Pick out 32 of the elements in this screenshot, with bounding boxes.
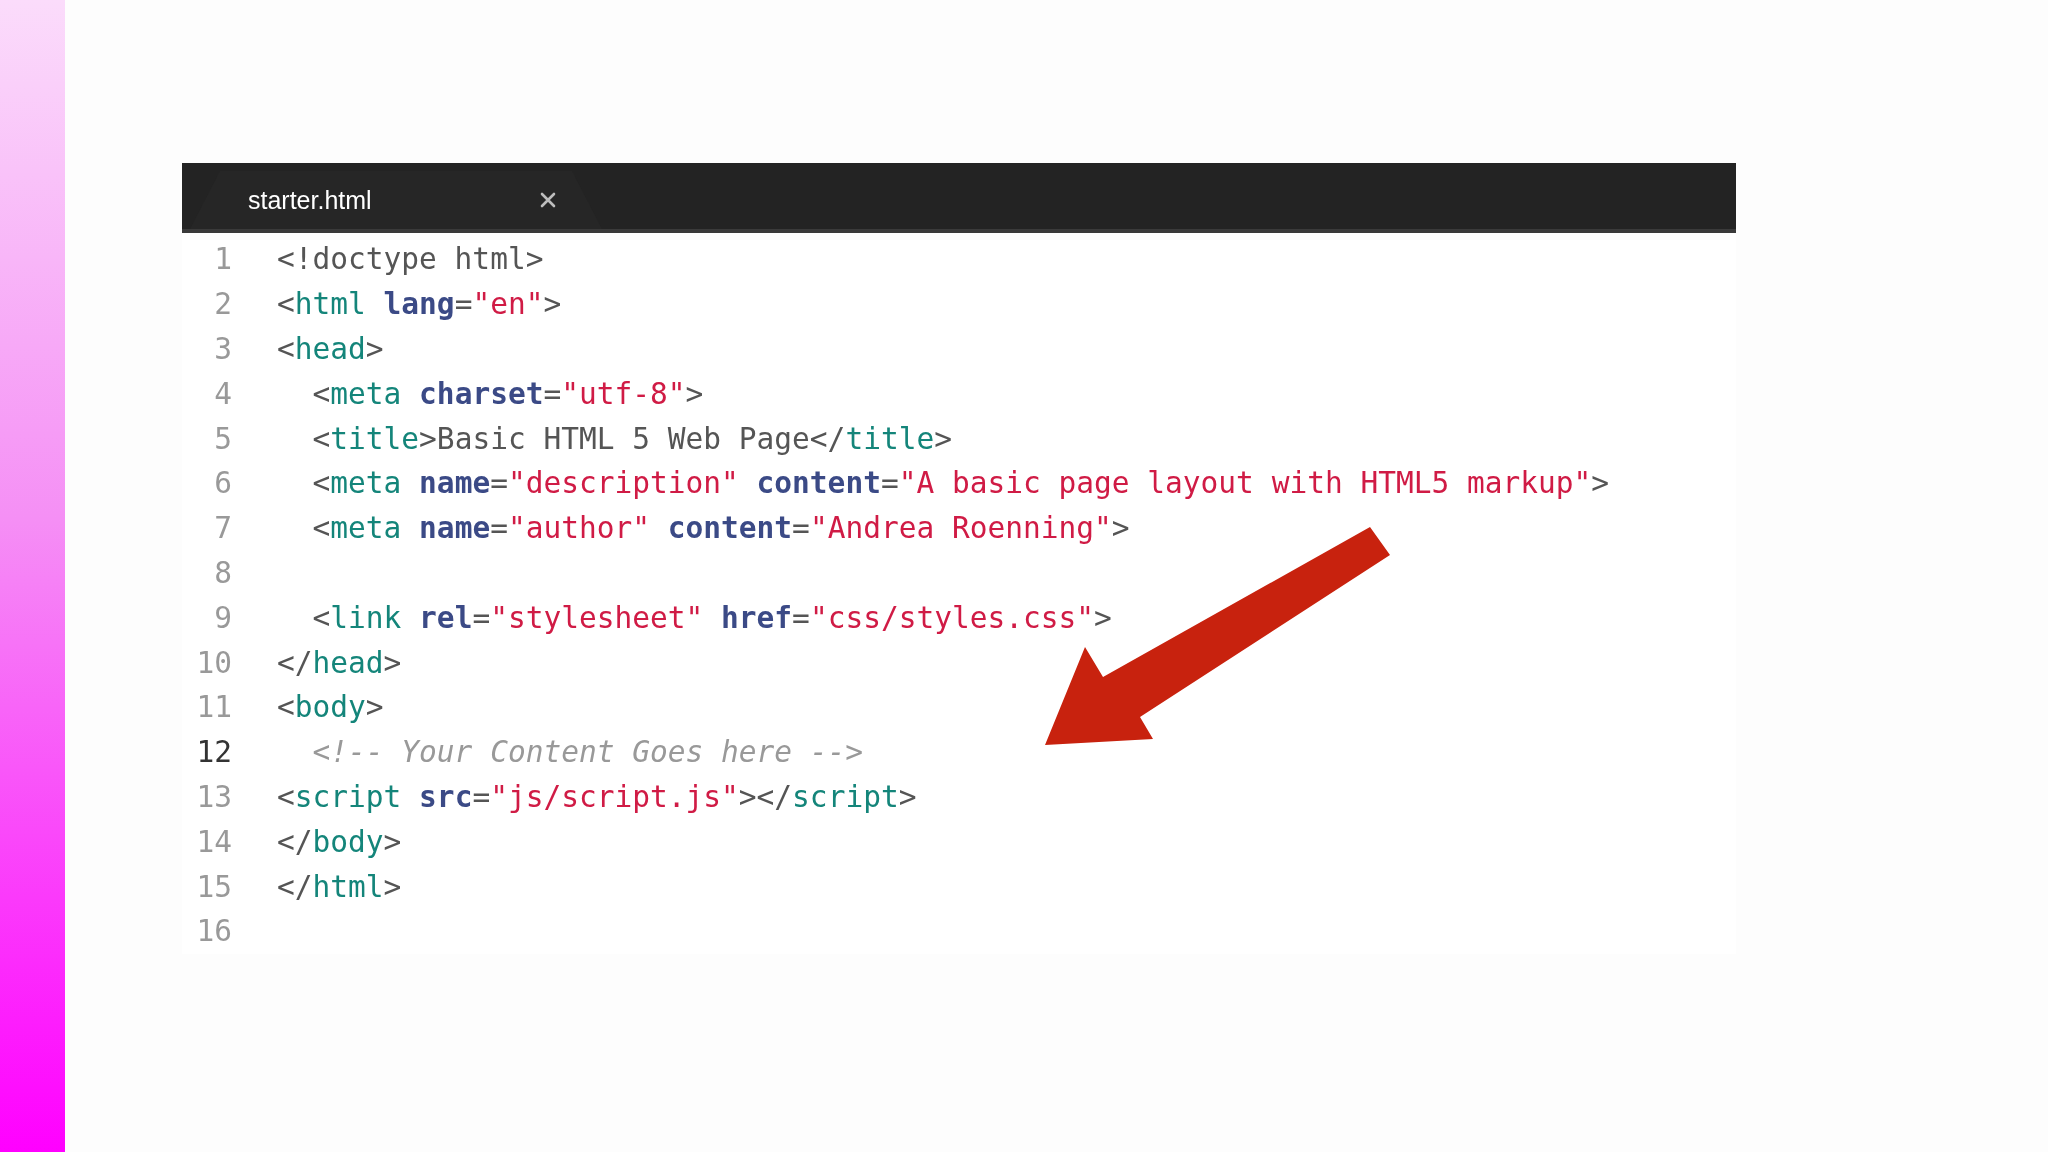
- code-line: <meta name="description" content="A basic page layout with HTML5 markup">: [311, 466, 1610, 501]
- line-number: 12: [195, 735, 232, 770]
- line-number: 7: [213, 511, 232, 546]
- line-number: 10: [195, 645, 232, 680]
- line-number: 2: [213, 287, 232, 322]
- code-line: <!-- Your Content Goes here -->: [311, 735, 864, 770]
- line-number: 16: [195, 914, 232, 949]
- line-number: 15: [195, 869, 232, 904]
- line-number: 11: [195, 690, 232, 725]
- code-line: <meta charset="utf-8">: [311, 376, 704, 411]
- code-line: <link rel="stylesheet" href="css/styles.css">: [311, 600, 1112, 635]
- line-number: 14: [195, 824, 232, 859]
- code-line: <!doctype html>: [277, 242, 544, 277]
- line-number: 4: [213, 376, 232, 411]
- line-number: 8: [213, 555, 232, 590]
- line-number: 6: [213, 466, 232, 501]
- code-line: <script src="js/script.js"></script>: [277, 779, 917, 814]
- line-number: 1: [213, 242, 232, 277]
- code-line: </body>: [277, 824, 402, 859]
- code-line: <title>Basic HTML 5 Web Page</title>: [311, 421, 952, 456]
- code-line: <head>: [277, 332, 384, 366]
- close-icon[interactable]: [540, 192, 556, 208]
- line-number: 9: [213, 600, 232, 635]
- line-number: 5: [213, 421, 232, 456]
- code-line: <html lang="en">: [277, 287, 562, 322]
- code-line: <body>: [277, 690, 384, 725]
- tab-label: starter.html: [248, 185, 372, 215]
- code-line: <meta name="author" content="Andrea Roenning">: [311, 511, 1130, 546]
- code-line: </html>: [277, 869, 402, 904]
- line-number: 13: [195, 779, 232, 814]
- code-line: </head>: [277, 645, 402, 680]
- line-number: 3: [213, 332, 232, 366]
